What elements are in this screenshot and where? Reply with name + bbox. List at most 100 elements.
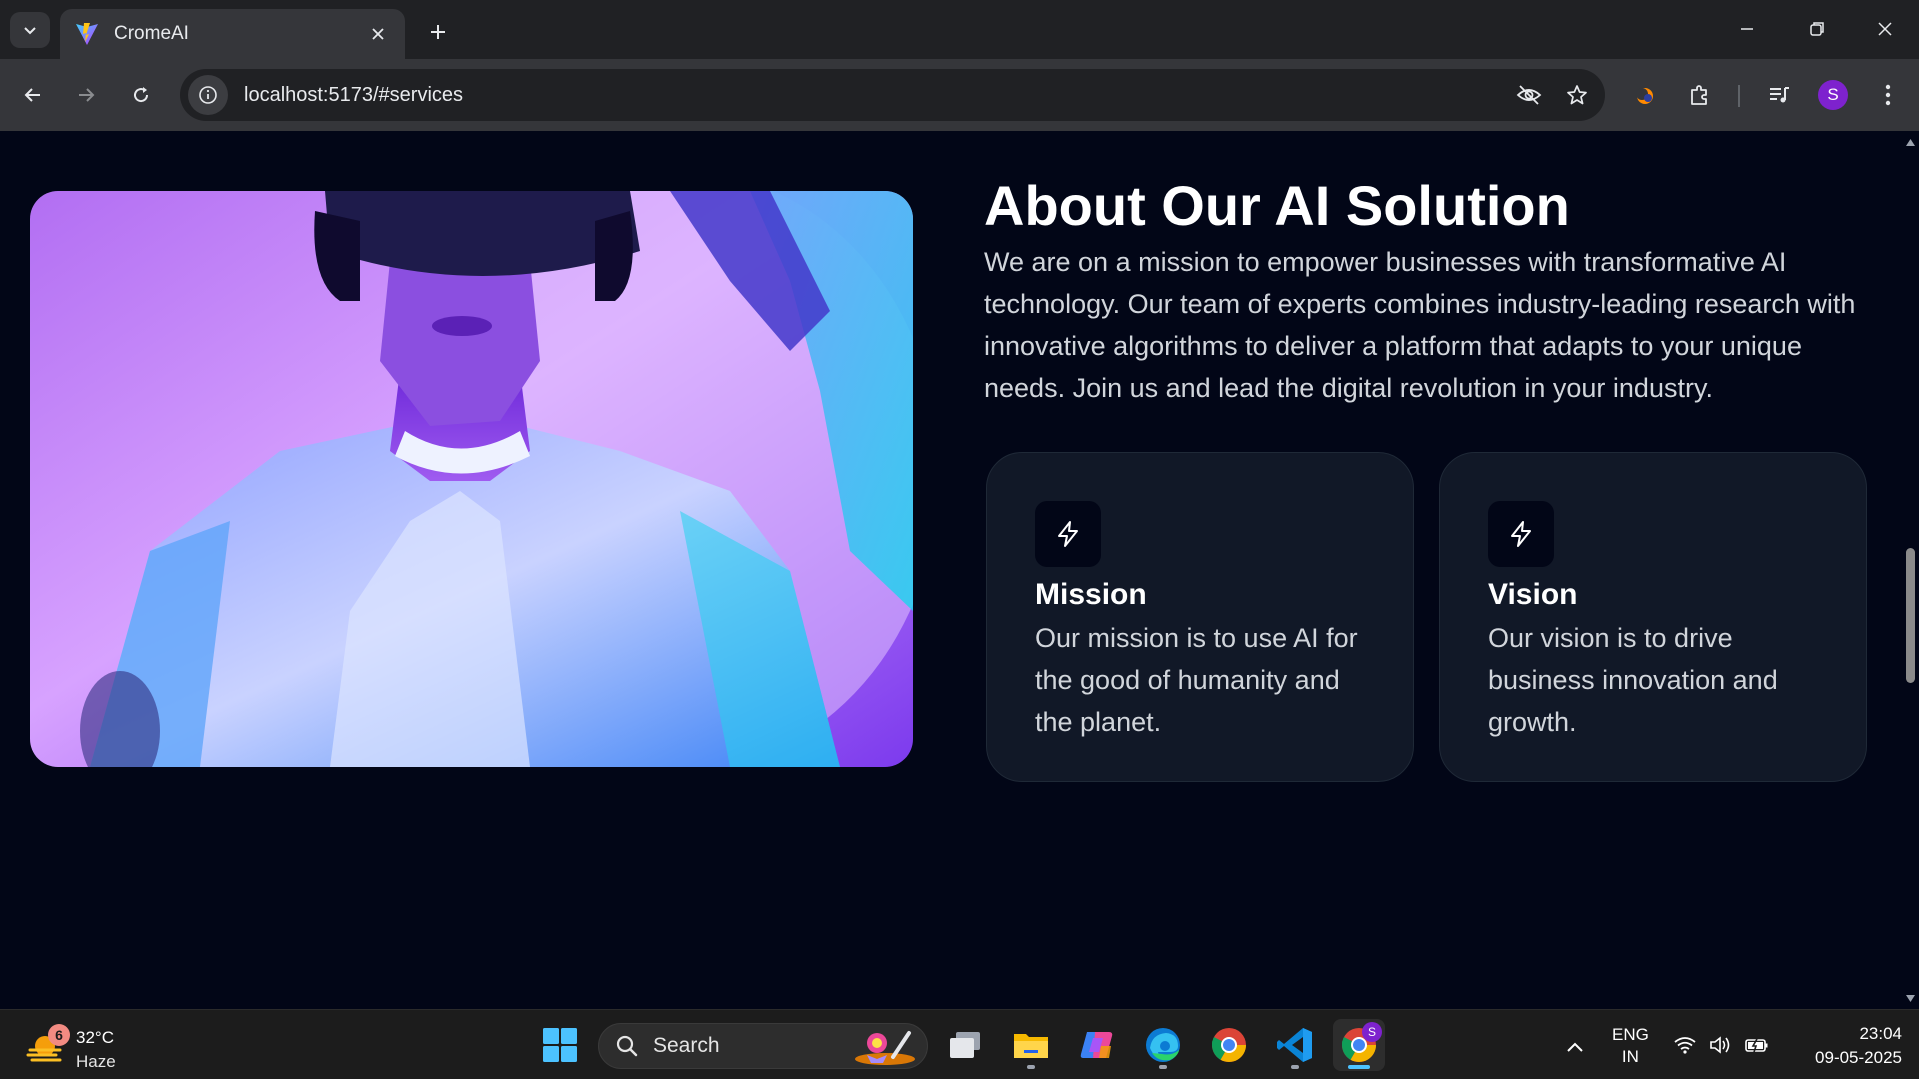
chrome-icon	[1212, 1028, 1246, 1062]
system-tray[interactable]	[1672, 1032, 1770, 1058]
back-button[interactable]	[13, 75, 53, 115]
minimize-button[interactable]	[1722, 8, 1772, 50]
weather-temperature: 32°C	[76, 1028, 114, 1047]
more-vertical-icon	[1885, 84, 1891, 106]
tab-close-button[interactable]	[365, 21, 391, 47]
active-indicator	[1348, 1065, 1370, 1069]
clock-time: 23:04	[1859, 1024, 1902, 1043]
scroll-down-arrow[interactable]	[1905, 993, 1916, 1004]
vscode-icon	[1277, 1028, 1312, 1062]
bolt-icon	[1058, 521, 1078, 547]
new-tab-button[interactable]	[420, 14, 456, 50]
address-bar[interactable]: localhost:5173/#services	[180, 69, 1605, 121]
search-icon	[616, 1035, 638, 1057]
vision-card: Vision Our vision is to drive business i…	[1439, 452, 1867, 782]
browser-menu-button[interactable]	[1868, 75, 1908, 115]
close-icon	[1878, 22, 1892, 36]
browser-tab-active[interactable]: CromeAI	[60, 9, 405, 59]
vite-logo-icon	[76, 23, 98, 45]
close-icon	[372, 28, 384, 40]
windows-logo-icon	[543, 1028, 577, 1062]
avatar: S	[1818, 80, 1848, 110]
search-highlight-icon	[855, 1031, 915, 1065]
chevron-up-icon	[1567, 1042, 1583, 1052]
language-code: ENG	[1612, 1025, 1649, 1044]
browser-toolbar: localhost:5173/#services S	[0, 59, 1919, 131]
task-view-icon	[950, 1032, 980, 1058]
reload-button[interactable]	[121, 75, 161, 115]
bolt-icon	[1511, 521, 1531, 547]
star-icon	[1567, 85, 1587, 105]
url-text: localhost:5173/#services	[244, 83, 464, 106]
bookmark-button[interactable]	[1557, 75, 1597, 115]
chrome-profile-app-active[interactable]: S	[1333, 1019, 1385, 1071]
queue-music-icon	[1770, 87, 1789, 103]
weather-widget[interactable]: 6 32°C Haze	[26, 1018, 146, 1072]
card-text: Our vision is to drive business innovati…	[1488, 623, 1778, 737]
clock-date: 09-05-2025	[1815, 1048, 1902, 1067]
scroll-up-arrow[interactable]	[1905, 137, 1916, 148]
minimize-icon	[1741, 28, 1753, 30]
window-close-button[interactable]	[1860, 8, 1910, 50]
weather-badge: 6	[48, 1024, 70, 1046]
weather-condition: Haze	[76, 1052, 116, 1071]
hero-illustration	[30, 191, 913, 767]
running-indicator	[1027, 1065, 1035, 1069]
toolbar-separator	[1738, 85, 1740, 107]
page-scrollbar[interactable]	[1902, 131, 1919, 1009]
tab-title: CromeAI	[114, 23, 189, 44]
wifi-icon[interactable]	[1672, 1032, 1698, 1058]
restore-button[interactable]	[1792, 8, 1842, 50]
restore-icon	[1810, 22, 1824, 36]
about-section: About Our AI Solution We are on a missio…	[984, 173, 1864, 409]
language-indicator[interactable]: ENG IN	[1612, 1024, 1649, 1068]
running-indicator	[1159, 1065, 1167, 1069]
show-hidden-icons-button[interactable]	[1560, 1032, 1590, 1062]
tracking-protection-button[interactable]	[1509, 75, 1549, 115]
start-button[interactable]	[534, 1019, 586, 1071]
vscode-app[interactable]	[1269, 1019, 1321, 1071]
volume-icon[interactable]	[1708, 1032, 1734, 1058]
browser-tab-strip: CromeAI	[0, 0, 1919, 59]
region-code: IN	[1621, 1047, 1639, 1066]
battery-charging-icon[interactable]	[1744, 1032, 1770, 1058]
task-view-button[interactable]	[939, 1019, 991, 1071]
arrow-right-icon	[79, 88, 95, 102]
triangle-down-icon	[1906, 995, 1915, 1002]
file-explorer-app[interactable]	[1005, 1019, 1057, 1071]
about-title: About Our AI Solution	[984, 174, 1570, 237]
reload-icon	[134, 87, 149, 103]
extension-button[interactable]	[1625, 75, 1665, 115]
extensions-menu-button[interactable]	[1680, 75, 1720, 115]
mission-card: Mission Our mission is to use AI for the…	[986, 452, 1414, 782]
triangle-up-icon	[1906, 139, 1915, 146]
card-icon-box	[1488, 501, 1554, 567]
card-title: Mission	[1035, 578, 1147, 611]
taskbar-search[interactable]: Search	[598, 1023, 928, 1069]
copilot-icon	[1080, 1032, 1113, 1058]
edge-icon	[1146, 1028, 1180, 1062]
forward-button[interactable]	[66, 75, 106, 115]
windows-taskbar: 6 32°C Haze Search S ENG IN 23:04 09-05-…	[0, 1009, 1919, 1079]
tab-search-button[interactable]	[10, 12, 50, 48]
edge-app[interactable]	[1137, 1019, 1189, 1071]
site-info-button[interactable]	[188, 75, 228, 115]
running-indicator	[1291, 1065, 1299, 1069]
chevron-down-icon	[24, 27, 36, 35]
scrollbar-thumb[interactable]	[1906, 548, 1915, 683]
chrome-app[interactable]	[1203, 1019, 1255, 1071]
puzzle-icon	[1691, 85, 1707, 105]
card-text: Our mission is to use AI for the good of…	[1035, 623, 1358, 737]
profile-button[interactable]: S	[1813, 75, 1853, 115]
arrow-left-icon	[24, 88, 40, 102]
plus-icon	[431, 25, 445, 39]
search-label: Search	[653, 1034, 720, 1057]
folder-icon	[1014, 1034, 1048, 1058]
eye-slash-icon	[1516, 85, 1542, 105]
media-controls-button[interactable]	[1759, 75, 1799, 115]
taskbar-clock[interactable]: 23:04 09-05-2025	[1790, 1022, 1902, 1070]
extension-flame-icon	[1636, 88, 1653, 104]
about-description: We are on a mission to empower businesse…	[984, 247, 1856, 403]
copilot-app[interactable]	[1071, 1019, 1123, 1071]
vr-headset-person-image	[30, 191, 913, 767]
